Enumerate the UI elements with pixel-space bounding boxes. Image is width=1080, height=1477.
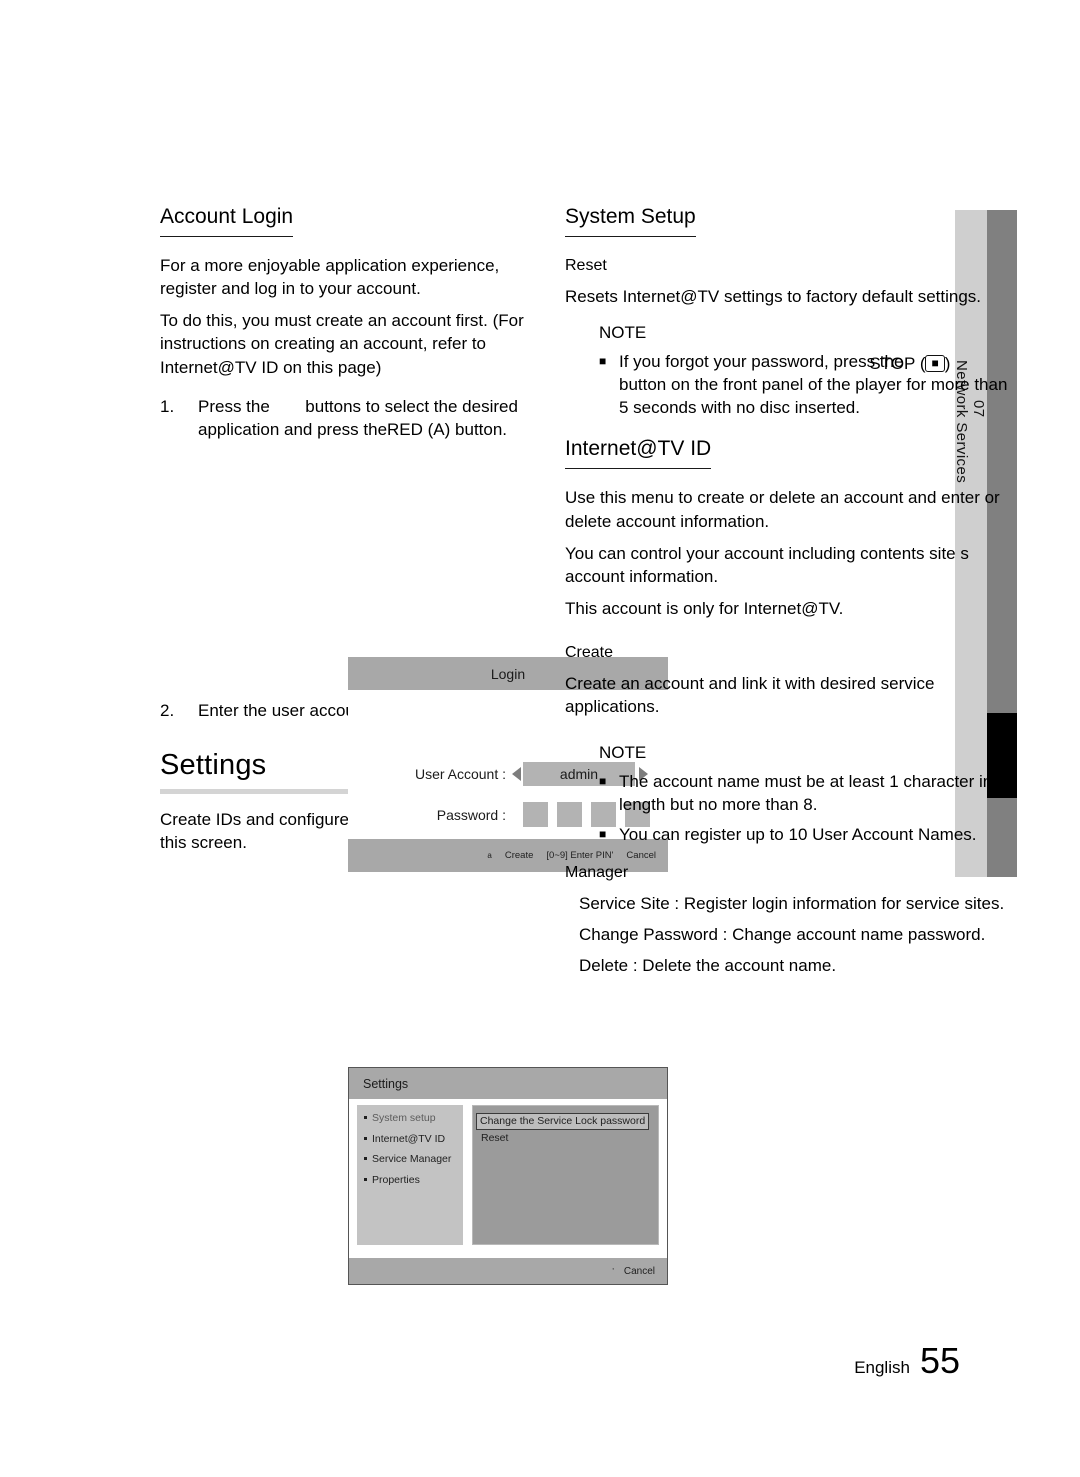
internet-tv-id-paragraph-1: Use this menu to create or delete an acc… bbox=[565, 488, 1000, 531]
create-subheading: Create bbox=[565, 643, 614, 661]
manager-entry-service-site: Service Site : Register login informatio… bbox=[579, 893, 1005, 913]
step-1-text-part4: button. bbox=[450, 419, 508, 439]
settings-nav-item-system-setup[interactable]: System setup bbox=[364, 1113, 463, 1124]
system-setup-note: NOTE ■ If you forgot your password, pres… bbox=[599, 322, 1011, 419]
stop-overlap-layer: STOP (■) bbox=[869, 353, 951, 373]
bullet-square-icon: ■ bbox=[599, 773, 607, 788]
note-item: ■ You can register up to 10 User Account… bbox=[599, 823, 1011, 846]
account-login-heading: Account Login bbox=[160, 205, 294, 238]
account-login-heading-wrap: Account Login bbox=[160, 205, 552, 241]
internet-tv-id-heading: Internet@TV ID bbox=[565, 437, 712, 470]
page-footer: English 55 bbox=[854, 1340, 960, 1382]
settings-screen-screenshot: Settings System setup Internet@TV ID Ser… bbox=[348, 1067, 668, 1285]
manager-entries: Service Site : Register login informatio… bbox=[579, 892, 1011, 977]
left-arrow-icon[interactable] bbox=[512, 767, 521, 781]
manager-entry-change-password: Change Password : Change account name pa… bbox=[579, 924, 986, 944]
bullet-square-icon bbox=[364, 1136, 367, 1140]
note-suffix: button on the front panel of the player … bbox=[619, 375, 1008, 418]
settings-cancel-label[interactable]: Cancel bbox=[624, 1266, 655, 1277]
stop-label: STOP bbox=[869, 353, 916, 373]
system-setup-description: Resets Internet@TV settings to factory d… bbox=[565, 286, 982, 306]
settings-nav-label: Service Manager bbox=[372, 1153, 452, 1165]
account-login-step-1: 1. Press the buttons to select the desir… bbox=[160, 395, 552, 441]
settings-screen-titlebar: Settings bbox=[349, 1068, 667, 1099]
bullet-square-icon bbox=[364, 1177, 367, 1181]
manual-page: 07 Network Services Account Login For a … bbox=[0, 0, 1080, 1477]
bullet-square-icon bbox=[364, 1116, 367, 1119]
footer-page-number: 55 bbox=[919, 1340, 960, 1381]
login-user-account-label: User Account : bbox=[414, 766, 506, 782]
internet-tv-id-heading-wrap: Internet@TV ID bbox=[565, 437, 1011, 473]
settings-nav-item-service-manager[interactable]: Service Manager bbox=[364, 1154, 463, 1165]
note-item-text: You can register up to 10 User Account N… bbox=[619, 825, 977, 845]
bullet-square-icon: ■ bbox=[599, 353, 607, 368]
settings-screen-nav: System setup Internet@TV ID Service Mana… bbox=[357, 1105, 463, 1245]
stop-key-icon: ■ bbox=[925, 354, 945, 372]
settings-panel-item-reset[interactable]: Reset bbox=[477, 1130, 658, 1147]
create-description: Create an account and link it with desir… bbox=[565, 673, 935, 716]
settings-screen-main: System setup Internet@TV ID Service Mana… bbox=[357, 1105, 659, 1245]
step-1-text: Press the buttons to select the desired … bbox=[198, 395, 552, 441]
internet-tv-id-paragraph-3: This account is only for Internet@TV. bbox=[565, 598, 844, 618]
step-2-number: 2. bbox=[160, 700, 175, 720]
settings-screen-title: Settings bbox=[363, 1076, 409, 1091]
step-1-number: 1. bbox=[160, 396, 175, 416]
step-1-text-part1: Press the bbox=[198, 396, 275, 416]
internet-tv-id-paragraph-2: You can control your account including c… bbox=[565, 543, 969, 586]
internet-tv-id-note: NOTE ■ The account name must be at least… bbox=[599, 742, 1011, 846]
manager-entry-delete: Delete : Delete the account name. bbox=[579, 956, 837, 975]
settings-screen-footer: ' Cancel bbox=[349, 1258, 667, 1284]
account-login-paragraph-1: For a more enjoyable application experie… bbox=[160, 256, 500, 299]
note-item: ■ The account name must be at least 1 ch… bbox=[599, 770, 1011, 816]
settings-screen-panel: Change the Service Lock password Reset bbox=[472, 1105, 659, 1245]
login-create-label[interactable]: Create bbox=[505, 850, 534, 861]
login-screen-title: Login bbox=[490, 665, 526, 682]
settings-nav-item-properties[interactable]: Properties bbox=[364, 1173, 463, 1186]
login-create-key: a bbox=[487, 851, 492, 860]
settings-panel-item-change-lock-password[interactable]: Change the Service Lock password bbox=[476, 1113, 650, 1131]
footer-language: English bbox=[854, 1358, 910, 1377]
settings-nav-item-internet-tv-id[interactable]: Internet@TV ID bbox=[364, 1132, 463, 1145]
system-setup-subheading: Reset bbox=[565, 257, 607, 275]
manager-subheading: Manager bbox=[565, 864, 629, 882]
step-1-text-part3: RED (A) bbox=[387, 419, 451, 439]
left-column: Account Login For a more enjoyable appli… bbox=[160, 205, 668, 1285]
password-box[interactable] bbox=[523, 802, 548, 827]
bullet-square-icon: ■ bbox=[599, 827, 607, 842]
system-setup-heading: System Setup bbox=[565, 205, 696, 238]
settings-nav-label: Properties bbox=[372, 1173, 420, 1186]
note-title: NOTE bbox=[599, 742, 647, 762]
account-login-paragraph-2: To do this, you must create an account f… bbox=[160, 311, 524, 377]
login-password-label: Password : bbox=[436, 806, 506, 823]
note-item-text: The account name must be at least 1 char… bbox=[619, 771, 993, 814]
system-setup-heading-wrap: System Setup bbox=[565, 205, 1011, 241]
right-column: System Setup Reset Resets Internet@TV se… bbox=[565, 205, 1011, 985]
note-item: ■ If you forgot your password, press the… bbox=[599, 350, 1011, 419]
note-title: NOTE bbox=[599, 322, 647, 342]
note-prefix: If you forgot your password, press the bbox=[619, 351, 904, 371]
settings-cancel-key: ' bbox=[612, 1266, 614, 1276]
settings-nav-label: Internet@TV ID bbox=[372, 1132, 446, 1145]
bullet-square-icon bbox=[364, 1157, 367, 1160]
note-item-text: If you forgot your password, press the ST… bbox=[619, 350, 1011, 419]
settings-nav-label: System setup bbox=[372, 1112, 436, 1124]
